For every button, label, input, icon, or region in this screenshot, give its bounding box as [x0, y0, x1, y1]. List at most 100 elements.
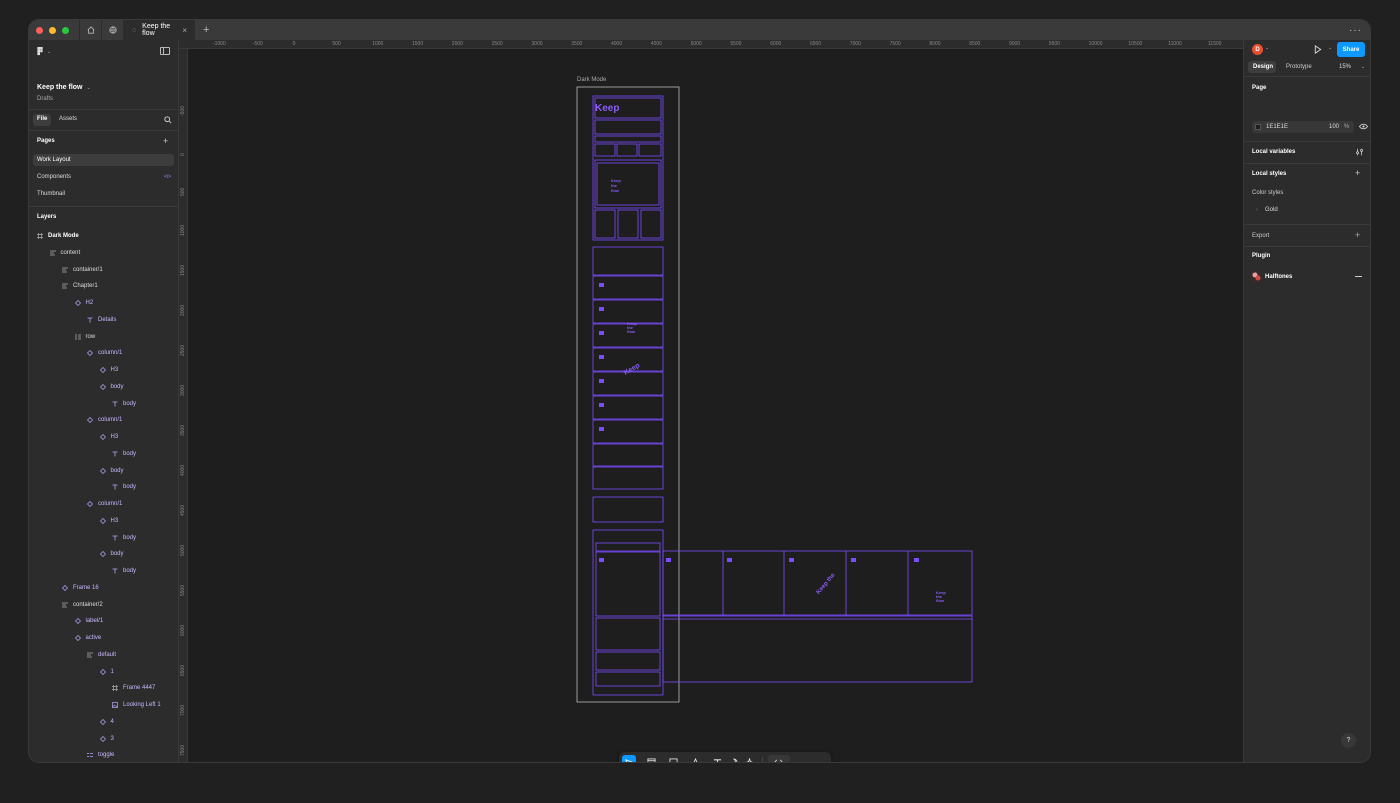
chevron-right-icon[interactable]: › — [1256, 207, 1258, 213]
pen-tool-button[interactable] — [689, 755, 703, 762]
layer-label: body — [123, 400, 137, 407]
layer-row[interactable]: Frame 4447 — [112, 683, 155, 693]
layer-row[interactable]: column/1 — [87, 499, 122, 509]
chevron-down-icon[interactable]: ⌄ — [1328, 45, 1332, 51]
move-tool-button[interactable] — [622, 755, 636, 762]
layer-row[interactable]: label/1 — [74, 616, 103, 626]
eye-icon[interactable] — [1358, 123, 1369, 132]
title-bar: ◌ Keep the flow × + ··· — [29, 20, 1370, 40]
chevron-down-icon[interactable]: ⌄ — [682, 760, 686, 763]
layer-row[interactable]: toggle — [87, 750, 114, 760]
main-menu-button[interactable]: ⌄ — [37, 47, 51, 56]
layer-label: column/1 — [98, 501, 123, 507]
share-button[interactable]: Share — [1337, 42, 1365, 57]
export-heading[interactable]: Export — [1252, 233, 1269, 239]
add-style-icon[interactable]: + — [1355, 168, 1360, 178]
svg-text:flow: flow — [627, 329, 636, 334]
chevron-down-icon[interactable]: ⌄ — [705, 760, 709, 763]
actions-tool-button[interactable] — [743, 755, 757, 762]
layer-row[interactable]: H3 — [99, 365, 118, 375]
layer-row[interactable]: body — [112, 566, 136, 576]
color-swatch[interactable] — [1255, 124, 1261, 130]
layer-row[interactable]: active — [74, 633, 101, 643]
svg-text:Keep the: Keep the — [816, 572, 837, 596]
layer-row[interactable]: container/2 — [62, 600, 103, 610]
more-menu-icon[interactable]: ··· — [1349, 25, 1362, 36]
chevron-down-icon[interactable]: ⌄ — [660, 760, 664, 763]
layer-row[interactable]: H2 — [74, 298, 93, 308]
plugin-heading: Plugin — [1252, 253, 1271, 259]
minimize-window-button[interactable] — [49, 26, 56, 34]
layer-row[interactable]: column/1 — [87, 348, 122, 358]
add-page-icon[interactable]: + — [163, 136, 168, 146]
page-opacity-value[interactable]: 100 — [1329, 124, 1339, 130]
chevron-down-icon[interactable]: ⌄ — [1265, 45, 1269, 51]
file-name[interactable]: Keep the flow — [37, 84, 83, 91]
plugin-name[interactable]: Halftones — [1265, 274, 1292, 280]
globe-icon[interactable] — [101, 20, 123, 40]
instance-icon — [87, 417, 93, 424]
layer-row[interactable]: Looking Left 1 — [112, 700, 161, 710]
layer-row[interactable]: Chapter1 — [62, 281, 98, 291]
layer-label: Details — [98, 316, 117, 323]
local-variables-heading[interactable]: Local variables — [1252, 149, 1295, 155]
image-icon — [112, 702, 118, 708]
frame-tool-button[interactable] — [644, 755, 658, 762]
chevron-down-icon[interactable]: ⌄ — [638, 760, 642, 763]
page-item-thumbnail[interactable]: Thumbnail — [37, 191, 65, 197]
layer-row[interactable]: 1 — [99, 667, 114, 677]
layer-row[interactable]: Dark Mode — [37, 231, 79, 241]
shape-tool-button[interactable] — [666, 755, 680, 762]
layer-row[interactable]: body — [112, 399, 136, 409]
add-export-icon[interactable]: + — [1355, 230, 1360, 240]
layer-row[interactable]: Details — [87, 315, 116, 325]
tab-prototype[interactable]: Prototype — [1286, 64, 1312, 70]
tab-assets[interactable]: Assets — [59, 116, 77, 122]
text-tool-button[interactable] — [711, 755, 725, 762]
close-tab-icon[interactable]: × — [182, 26, 187, 35]
sidebar-toggle-icon[interactable] — [160, 47, 170, 55]
layer-row[interactable]: body — [99, 466, 124, 476]
canvas[interactable]: -1000 -500 0 500 1000 1500 2000 2500 3000 3500 400… — [179, 40, 1243, 762]
avatar[interactable]: D — [1252, 44, 1263, 55]
zoom-level[interactable]: 15% — [1339, 64, 1351, 70]
layer-row[interactable]: H3 — [99, 516, 118, 526]
tab-design[interactable]: Design — [1253, 64, 1273, 70]
tab-file[interactable]: File — [37, 116, 47, 122]
layer-row[interactable]: body — [112, 533, 136, 543]
dev-mode-toggle[interactable] — [767, 755, 790, 762]
layer-row[interactable]: default — [87, 650, 116, 660]
layer-row[interactable]: column/1 — [87, 415, 122, 425]
help-button[interactable]: ? — [1341, 733, 1356, 748]
design-frames[interactable]: Keep Keep the flow Keep the flow Keep th… — [179, 40, 1243, 762]
chevron-down-icon[interactable]: ⌄ — [1361, 64, 1365, 70]
layer-row[interactable]: 3 — [99, 734, 114, 744]
search-icon[interactable] — [164, 116, 172, 126]
layer-row[interactable]: body — [112, 482, 136, 492]
layer-row[interactable]: body — [99, 382, 124, 392]
maximize-window-button[interactable] — [62, 26, 69, 34]
layer-label: default — [98, 651, 117, 658]
layer-row[interactable]: H3 — [99, 432, 118, 442]
layer-row[interactable]: body — [112, 449, 136, 459]
layer-row[interactable]: row — [74, 332, 95, 342]
page-color-value[interactable]: 1E1E1E — [1266, 124, 1288, 130]
file-title-row: Keep the flow ⌄ — [37, 84, 91, 91]
close-window-button[interactable] — [36, 26, 43, 34]
remove-plugin-icon[interactable] — [1355, 276, 1362, 277]
new-tab-button[interactable]: + — [203, 24, 209, 36]
layer-row[interactable]: 4 — [99, 717, 114, 727]
layer-row[interactable]: body — [99, 549, 124, 559]
home-icon[interactable] — [79, 20, 101, 40]
present-icon[interactable] — [1314, 45, 1322, 56]
layer-row[interactable]: container/1 — [62, 265, 103, 275]
comment-tool-button[interactable] — [727, 755, 741, 762]
chevron-down-icon[interactable]: ⌄ — [87, 85, 91, 91]
layer-row[interactable]: content — [49, 248, 80, 258]
variables-icon[interactable] — [1356, 148, 1364, 158]
layer-label: container/2 — [73, 601, 103, 608]
color-style-item[interactable]: Gold — [1265, 207, 1278, 213]
page-item-components[interactable]: Components — [37, 174, 71, 180]
tab-keep-the-flow[interactable]: ◌ Keep the flow × — [123, 20, 195, 40]
layer-row[interactable]: Frame 16 — [62, 583, 99, 593]
